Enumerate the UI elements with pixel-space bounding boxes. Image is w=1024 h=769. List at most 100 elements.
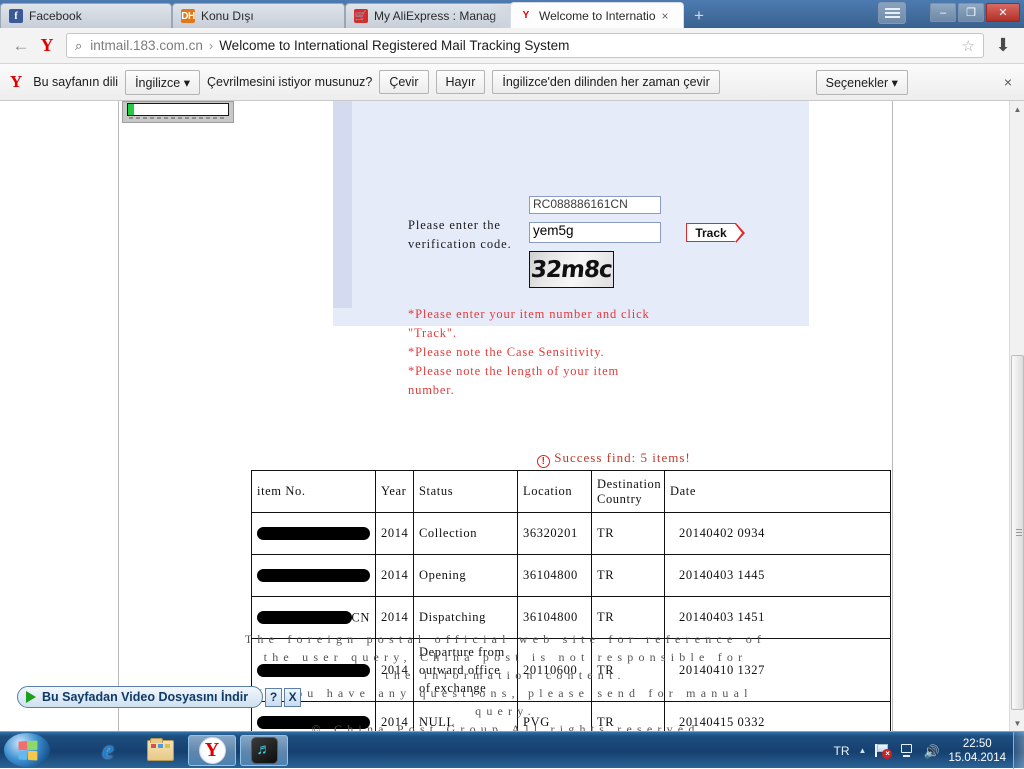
redacted-item-number bbox=[257, 611, 352, 624]
yandex-home-icon[interactable]: Y bbox=[34, 35, 60, 56]
panel-left-stripe bbox=[333, 101, 352, 308]
result-status: ! Success find: 5 items! bbox=[334, 450, 894, 468]
facebook-icon: f bbox=[9, 9, 23, 23]
taskbar-internet-explorer[interactable]: e bbox=[84, 735, 132, 766]
windows-logo-icon bbox=[18, 740, 37, 760]
redacted-item-number bbox=[257, 569, 370, 582]
download-help-button[interactable]: ? bbox=[265, 687, 283, 707]
tab-aliexpress[interactable]: 🛒 My AliExpress : Manag bbox=[345, 3, 518, 28]
verification-code-label: Please enter the verification code. bbox=[408, 218, 512, 251]
sidebar-widget-inner bbox=[127, 103, 229, 116]
tab-label: Konu Dışı bbox=[201, 9, 254, 23]
translate-options-button[interactable]: Seçenekler ▾ bbox=[815, 69, 908, 95]
track-button[interactable]: Track bbox=[686, 222, 745, 243]
cell-location: 36320201 bbox=[517, 512, 593, 555]
taskbar-windows-explorer[interactable] bbox=[136, 735, 184, 766]
scroll-down-icon[interactable]: ▼ bbox=[1010, 715, 1024, 731]
audio-app-icon: ♬ bbox=[250, 737, 278, 764]
translate-bar: Y Bu sayfanın dili İngilizce ▾ Çevrilmes… bbox=[0, 64, 1024, 101]
aliexpress-cart-icon: 🛒 bbox=[354, 9, 368, 23]
window-controls: – ❐ ✕ bbox=[930, 3, 1020, 22]
language-select[interactable]: İngilizce ▾ bbox=[125, 69, 200, 95]
table-row: 2014 Collection 36320201 TR 20140402 093… bbox=[251, 512, 891, 555]
column-header-country: Destination Country bbox=[591, 470, 666, 513]
browser-window: f Facebook DH Konu Dışı 🛒 My AliExpress … bbox=[0, 0, 1024, 731]
taskbar-yandex-browser[interactable]: Y bbox=[188, 735, 236, 766]
dh-icon: DH bbox=[181, 9, 195, 23]
cell-year: 2014 bbox=[375, 554, 414, 597]
close-button[interactable]: ✕ bbox=[986, 3, 1020, 22]
footer-line-3: the information content. bbox=[385, 668, 626, 682]
page-footer: The foreign postal official web site for… bbox=[118, 630, 893, 731]
yandex-translate-icon: Y bbox=[10, 72, 23, 91]
back-icon[interactable]: ← bbox=[8, 36, 34, 56]
green-marker-icon bbox=[128, 104, 134, 115]
language-indicator[interactable]: TR bbox=[834, 744, 850, 758]
cell-year: 2014 bbox=[375, 512, 414, 555]
browser-menu-icon[interactable] bbox=[878, 2, 906, 24]
column-header-item-no: item No. bbox=[251, 470, 376, 513]
chevron-down-icon: ▾ bbox=[183, 75, 190, 90]
cell-date: 20140403 1445 bbox=[664, 554, 891, 597]
url-separator: › bbox=[208, 38, 214, 53]
sidebar-widget bbox=[122, 101, 234, 123]
url-host: intmail.183.com.cn bbox=[90, 38, 203, 53]
redacted-item-number bbox=[257, 527, 370, 540]
show-desktop-button[interactable] bbox=[1013, 732, 1024, 769]
minimize-button[interactable]: – bbox=[930, 3, 956, 22]
page-viewport: RC088886161CN Please enter the verificat… bbox=[0, 101, 1009, 731]
system-tray: TR ▲ × 🔊 22:50 15.04.2014 bbox=[834, 732, 1006, 769]
play-icon bbox=[26, 691, 36, 703]
translate-button[interactable]: Çevir bbox=[379, 70, 429, 94]
translate-bar-close-icon[interactable]: × bbox=[1004, 74, 1012, 90]
url-page-title: Welcome to International Registered Mail… bbox=[219, 38, 570, 53]
item-number-input[interactable]: RC088886161CN bbox=[529, 196, 661, 214]
bookmark-star-icon[interactable]: ☆ bbox=[962, 37, 975, 55]
flag-error-icon[interactable]: × bbox=[875, 744, 893, 759]
tab-welcome-active[interactable]: Y Welcome to Internatio × bbox=[510, 2, 684, 28]
folder-icon bbox=[146, 738, 174, 761]
cell-country: TR bbox=[591, 554, 666, 597]
translate-options-label: Seçenekler bbox=[825, 75, 889, 90]
taskbar-sound-app[interactable]: ♬ bbox=[240, 735, 288, 766]
download-close-button[interactable]: X bbox=[284, 687, 302, 707]
captcha-image[interactable]: 32m8c bbox=[529, 251, 614, 288]
tab-facebook[interactable]: f Facebook bbox=[0, 3, 172, 28]
volume-icon[interactable]: 🔊 bbox=[923, 744, 939, 759]
translate-prompt: Bu sayfanın dili bbox=[33, 75, 119, 89]
captcha-text: 32m8c bbox=[529, 256, 614, 283]
new-tab-button[interactable]: + bbox=[694, 6, 704, 26]
cell-item-no bbox=[251, 512, 376, 555]
column-header-year: Year bbox=[375, 470, 414, 513]
tab-close-icon[interactable]: × bbox=[662, 9, 669, 23]
always-translate-button[interactable]: İngilizce'den dilinden her zaman çevir bbox=[492, 70, 720, 94]
table-row: 2014 Opening 36104800 TR 20140403 1445 bbox=[251, 554, 891, 597]
network-icon[interactable] bbox=[899, 744, 914, 757]
cell-item-no-suffix: CN bbox=[351, 610, 370, 624]
video-download-popup: Bu Sayfadan Video Dosyasını İndir ? X bbox=[17, 686, 302, 708]
tab-strip: f Facebook DH Konu Dışı 🛒 My AliExpress … bbox=[0, 0, 1024, 28]
language-select-value: İngilizce bbox=[135, 75, 181, 90]
clock-date: 15.04.2014 bbox=[948, 751, 1006, 764]
tab-konu-disi[interactable]: DH Konu Dışı bbox=[172, 3, 345, 28]
navigation-bar: ← Y ⌕ intmail.183.com.cn › Welcome to In… bbox=[0, 28, 1024, 64]
clock[interactable]: 22:50 15.04.2014 bbox=[948, 737, 1006, 765]
cell-status: Collection bbox=[412, 512, 519, 555]
scrollbar-thumb[interactable] bbox=[1011, 355, 1024, 710]
address-bar[interactable]: ⌕ intmail.183.com.cn › Welcome to Intern… bbox=[66, 33, 984, 58]
form-instructions: *Please enter your item number and click… bbox=[408, 307, 650, 397]
footer-copyright: © China Post Group.All rights reserved bbox=[311, 722, 700, 731]
decline-translate-button[interactable]: Hayır bbox=[435, 70, 486, 94]
footer-line-2: the user query, China post is not respon… bbox=[263, 650, 748, 664]
show-hidden-icons-icon[interactable]: ▲ bbox=[859, 746, 867, 755]
restore-button[interactable]: ❐ bbox=[958, 3, 984, 22]
column-header-date: Date bbox=[664, 470, 891, 513]
internet-explorer-icon: e bbox=[102, 736, 114, 764]
scroll-up-icon[interactable]: ▲ bbox=[1010, 101, 1024, 117]
downloads-icon[interactable]: ⬇ bbox=[990, 35, 1016, 56]
column-header-status: Status bbox=[412, 470, 519, 513]
start-button[interactable] bbox=[4, 733, 50, 767]
verification-code-input[interactable]: yem5g bbox=[529, 222, 661, 243]
download-video-button[interactable]: Bu Sayfadan Video Dosyasını İndir bbox=[17, 686, 264, 708]
vertical-scrollbar[interactable]: ▲ ▼ bbox=[1009, 101, 1024, 731]
